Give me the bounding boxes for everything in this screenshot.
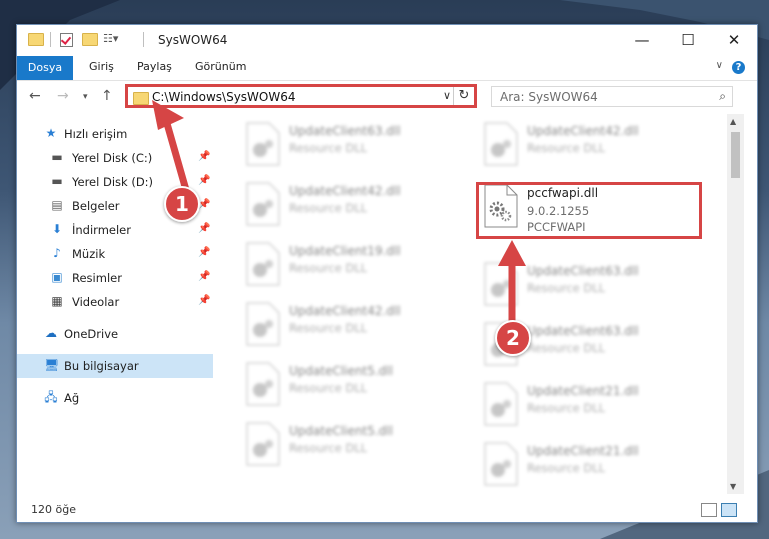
arrow-2 <box>498 240 526 326</box>
step-2-badge: 2 <box>495 320 531 356</box>
arrow-1 <box>152 100 190 194</box>
annotation-overlay <box>152 100 526 326</box>
step-1-badge: 1 <box>164 186 200 222</box>
